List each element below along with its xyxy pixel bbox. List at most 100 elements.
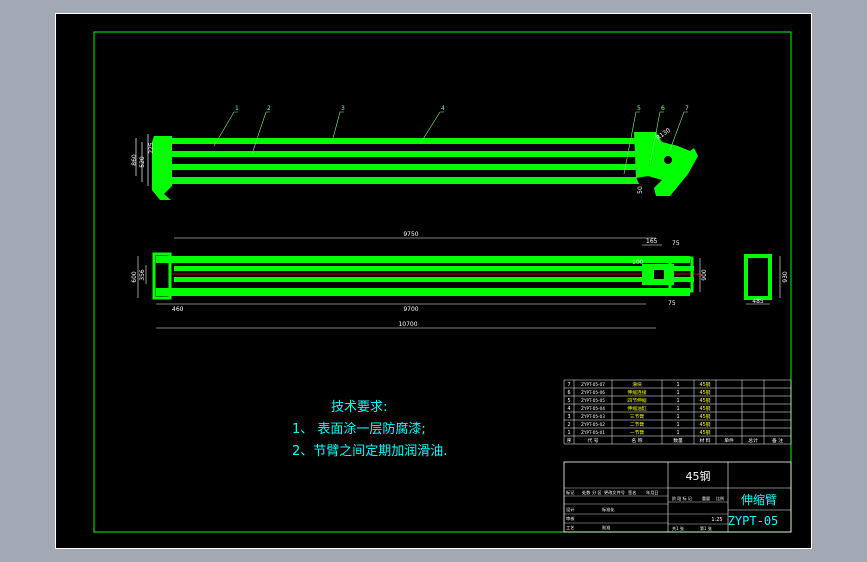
bom-cell-no: 3 [567,414,570,420]
balloon-5: 5 [637,105,641,112]
tb-label-standard: 标准化 [602,506,615,513]
plan-dim-bottom-a: 460 [172,306,184,313]
dim-upper: 520 [139,156,146,168]
bom-cell-material: 45钢 [700,421,711,428]
arm-bar-1 [172,138,639,144]
bom-cell-material: 45钢 [700,389,711,396]
bom-cell-no: 7 [567,382,570,388]
tb-drawing-no: ZYPT-05 [728,514,779,528]
pin-joint [664,156,672,164]
bom-cell-qty: 1 [676,390,679,396]
arm-bar-4 [164,177,639,184]
bom-header-cell: 序 [567,437,572,444]
notes-item-2: 2、节臂之间定期加润滑油. [292,444,447,459]
leader-2 [251,111,270,155]
bom-cell-name: 二节臂 [630,421,645,428]
bom-cell-qty: 1 [676,398,679,404]
bom-header-cell: 单件 [724,437,734,444]
plan-dim-bottom-c: 75 [668,300,676,307]
section-outer [744,254,772,300]
plan-dim-top-length: 9750 [403,231,418,238]
tb-row-label: 签名 [628,489,636,496]
section-view: 930 485 [744,254,789,305]
bom-table: 7 ZYPT-05-07 滑块 1 45钢 6 ZYPT-05-06 伸缩连接 1 45钢 5 ZYP… [563,379,792,445]
tb-scale: 1:25 [711,517,722,523]
bom-cell-name: 四节伸缩 [627,397,646,404]
bom-cell-qty: 1 [676,414,679,420]
dim-top: 225 [148,142,155,154]
cad-viewport[interactable]: 860 520 225 50 R130 1 2 3 4 5 6 7 9750 1… [0,0,867,562]
arm-bar-2 [161,151,648,157]
bom-cell-code: ZYPT-05-07 [581,382,605,387]
drawing-canvas: 860 520 225 50 R130 1 2 3 4 5 6 7 9750 1… [93,31,792,533]
arm-bar-3 [160,164,656,170]
bom-cell-code: ZYPT-05-04 [581,406,605,411]
bom-cell-material: 45钢 [700,405,711,412]
bom-header-cell: 数量 [673,437,683,444]
tb-stage-3: 比例 [716,495,724,501]
tb-stage-2: 重量 [702,495,710,501]
plan-arm-bottom [156,288,690,296]
balloon-1: 1 [235,105,239,112]
balloon-6: 6 [661,105,665,112]
plan-dim-right-b: 75 [672,240,680,247]
plan-dim-right-h: 900 [701,269,708,281]
plan-arm-inner-top [174,266,694,271]
bom-header-cell: 材 料 [699,437,710,444]
bom-cell-qty: 1 [676,406,679,412]
tb-label-process: 工艺 [566,525,574,530]
left-end-bracket [152,136,172,200]
plan-dim-left-h: 600 [131,271,138,283]
bom-cell-no: 4 [567,406,570,412]
bom-cell-name: 三节臂 [630,413,645,420]
notes-item-1: 1、 表面涂一层防腐漆; [292,421,426,437]
tb-row-label: 年月日 [646,489,659,496]
bom-cell-no: 6 [567,390,570,396]
bom-cell-no: 1 [567,430,570,436]
bom-cell-code: ZYPT-05-03 [581,414,605,419]
bom-header-cell: 名 称 [631,437,642,444]
technical-notes: 技术要求: 1、 表面涂一层防腐漆; 2、节臂之间定期加润滑油. [292,400,447,459]
bom-cell-material: 45钢 [700,397,711,404]
notes-heading: 技术要求: [331,400,387,415]
drawing-sheet: 860 520 225 50 R130 1 2 3 4 5 6 7 9750 1… [55,13,812,549]
balloon-7: 7 [685,105,689,112]
tb-label-design: 设计 [566,506,574,513]
balloon-3: 3 [341,105,345,112]
leader-7 [669,111,688,151]
plan-dim-overall: 10700 [398,321,417,328]
plan-arm-top [156,256,690,263]
tb-row-label: 分 区 [592,489,602,496]
tb-sheet-2: 第1 张 [700,525,712,531]
section-width: 485 [752,298,764,305]
bom-header-cell: 代 号 [587,437,598,444]
bom-cell-code: ZYPT-05-06 [581,390,605,395]
bom-cell-name: 伸缩油缸 [627,405,646,412]
dim-right-small: 50 [637,186,644,194]
bom-cell-material: 45钢 [700,413,711,420]
dim-tip: R130 [655,127,672,142]
bom-header-cell: 总计 [748,437,758,444]
tb-row-label: 标记 [566,489,575,496]
plan-dim-bottom-b: 9700 [403,306,418,313]
tb-row-label: 处数 [582,489,591,496]
tb-label-review: 审核 [566,515,575,522]
bom-cell-no: 5 [567,398,570,404]
plan-arm-inner-bottom [174,277,694,282]
plan-dim-left-h2: 356 [139,269,146,281]
side-view: 860 520 225 50 R130 1 2 3 4 5 6 7 [131,105,698,200]
bom-cell-material: 45钢 [700,381,711,388]
bom-header-cell: 备 注 [772,437,783,444]
bom-cell-code: ZYPT-05-05 [581,398,605,403]
bom-cell-code: ZYPT-05-02 [581,422,605,427]
plan-view: 9750 165 75 100 600 356 900 460 9700 75 … [131,231,708,329]
bom-cell-no: 2 [567,422,570,428]
section-height: 930 [782,271,789,283]
bom-cell-material: 45钢 [700,429,711,436]
plan-dim-right-c: 100 [632,259,644,266]
bom-cell-code: ZYPT-05-01 [581,430,605,435]
tb-material: 45钢 [686,470,711,483]
tb-stage-1: 阶 段 标 记 [672,495,692,501]
balloon-4: 4 [441,105,445,112]
bom-cell-qty: 1 [676,422,679,428]
